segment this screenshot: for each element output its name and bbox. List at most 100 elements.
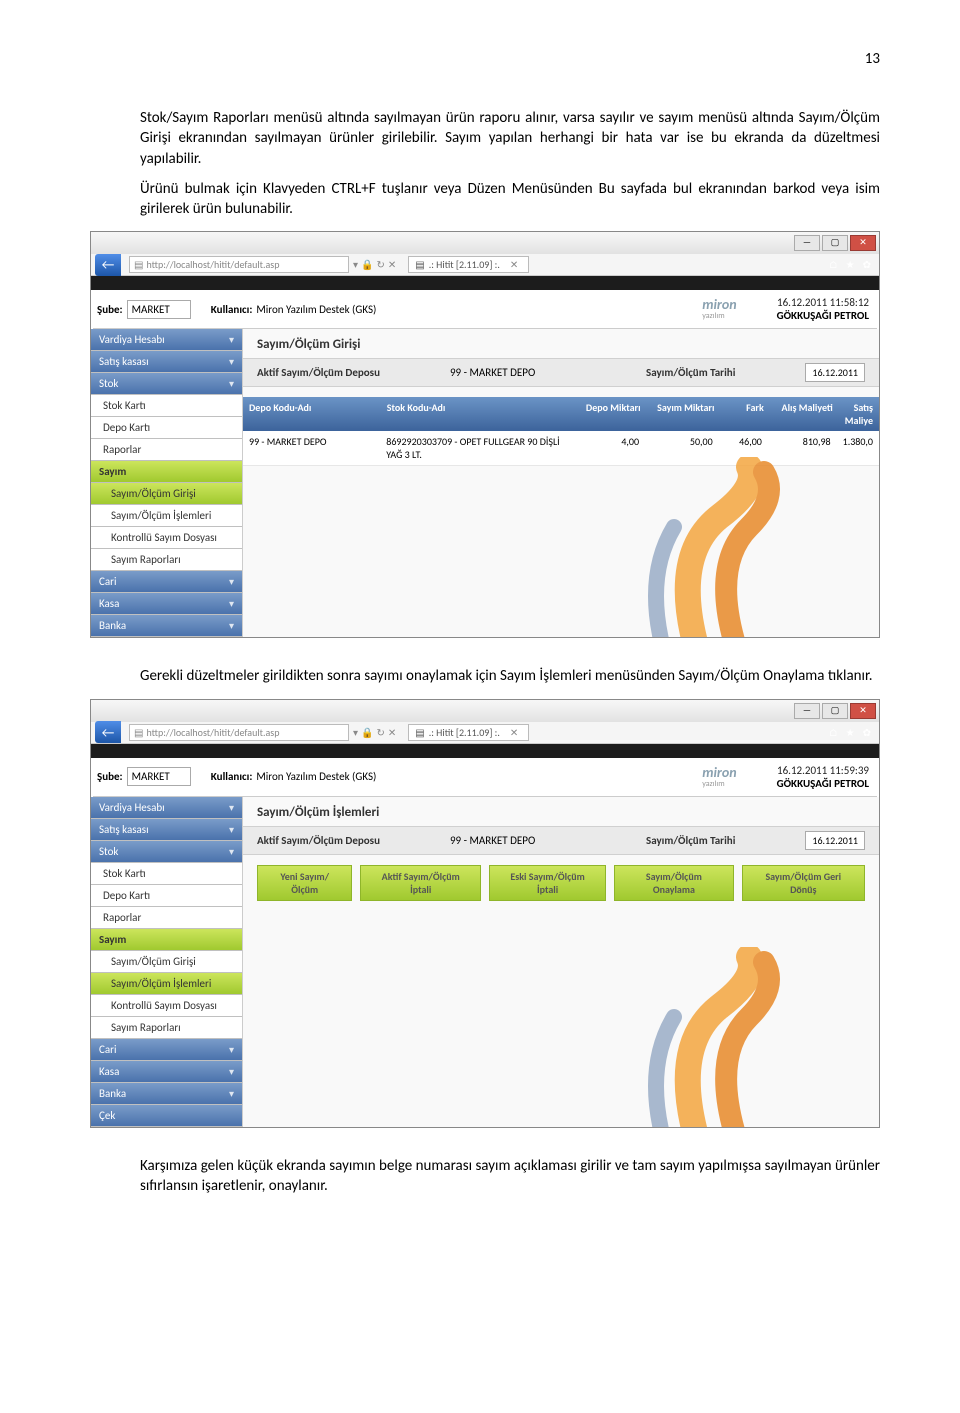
sidebar-item-vardiya-hesab-[interactable]: Vardiya Hesabı▾ bbox=[91, 797, 242, 819]
home-icon[interactable]: ⌂ bbox=[829, 258, 838, 271]
chevron-down-icon: ▾ bbox=[229, 1065, 234, 1078]
refresh-icon[interactable]: ↻ bbox=[376, 726, 384, 739]
close-button[interactable]: ✕ bbox=[850, 703, 876, 719]
sidebar-item-say-m-raporlar-[interactable]: Sayım Raporları bbox=[91, 1017, 242, 1039]
sidebar-item-label: Cari bbox=[99, 1043, 117, 1056]
tab-close-icon[interactable]: ✕ bbox=[510, 726, 518, 739]
browser-tab[interactable]: ▤.: Hitit [2.11.09] :.✕ bbox=[408, 724, 529, 741]
sidebar-item-say-m-l-m-i-lemleri[interactable]: Sayım/Ölçüm İşlemleri bbox=[91, 505, 242, 527]
window-titlebar: — ▢ ✕ bbox=[91, 700, 879, 722]
back-button[interactable]: ← bbox=[95, 721, 121, 743]
minimize-button[interactable]: — bbox=[794, 235, 820, 251]
sidebar-item-cari[interactable]: Cari▾ bbox=[91, 1039, 242, 1061]
sidebar-item-cari[interactable]: Cari▾ bbox=[91, 571, 242, 593]
sidebar-item-label: Sayım Raporları bbox=[111, 1021, 181, 1034]
url-box[interactable]: ▤http://localhost/hitit/default.asp bbox=[129, 724, 349, 741]
home-icon[interactable]: ⌂ bbox=[829, 726, 838, 739]
sidebar-item-stok[interactable]: Stok▾ bbox=[91, 373, 242, 395]
sidebar-item-say-m-l-m-i-lemleri[interactable]: Sayım/Ölçüm İşlemleri bbox=[91, 973, 242, 995]
active-depo-value: 99 - MARKET DEPO bbox=[450, 834, 535, 847]
back-button[interactable]: ← bbox=[95, 254, 121, 276]
sube-select[interactable]: MARKET bbox=[127, 300, 191, 319]
sidebar-item-banka[interactable]: Banka▾ bbox=[91, 1083, 242, 1105]
minimize-button[interactable]: — bbox=[794, 703, 820, 719]
date-input[interactable]: 16.12.2011 bbox=[805, 831, 865, 850]
gear-icon[interactable]: ✿ bbox=[863, 258, 871, 271]
url-box[interactable]: ▤http://localhost/hitit/default.asp bbox=[129, 256, 349, 273]
logo-text: miron bbox=[702, 298, 736, 312]
cell: 46,00 bbox=[719, 431, 768, 465]
app-header: Şube: MARKET Kullanıcı: Miron Yazılım De… bbox=[91, 290, 879, 328]
screen-title: Sayım/Ölçüm Girişi bbox=[257, 337, 879, 352]
sidebar-item-raporlar[interactable]: Raporlar bbox=[91, 439, 242, 461]
lock-icon: 🔒 bbox=[361, 726, 373, 739]
col-header[interactable]: Depo Miktarı bbox=[568, 397, 647, 431]
sidebar-item-say-m-raporlar-[interactable]: Sayım Raporları bbox=[91, 549, 242, 571]
tab-icon: ▤ bbox=[415, 726, 424, 739]
star-icon[interactable]: ★ bbox=[846, 726, 855, 739]
gear-icon[interactable]: ✿ bbox=[863, 726, 871, 739]
col-header[interactable]: Satış Maliye bbox=[839, 397, 879, 431]
action-button-say-m-l-m-onaylama[interactable]: Sayım/Ölçüm Onaylama bbox=[614, 865, 734, 901]
sidebar-item-çek[interactable]: Çek bbox=[91, 1105, 242, 1127]
maximize-button[interactable]: ▢ bbox=[822, 703, 848, 719]
date-input[interactable]: 16.12.2011 bbox=[805, 363, 865, 382]
action-button-eski-say-m-l-m-i-ptali[interactable]: Eski Sayım/Ölçüm İptali bbox=[489, 865, 606, 901]
sidebar-item-label: Stok Kartı bbox=[103, 867, 146, 880]
sidebar-item-sat-kasas-[interactable]: Satış kasası▾ bbox=[91, 351, 242, 373]
body-para-3: Gerekli düzeltmeler girildikten sonra sa… bbox=[90, 666, 880, 686]
page-number: 13 bbox=[90, 50, 880, 68]
screenshot-2: — ▢ ✕ ← ▤http://localhost/hitit/default.… bbox=[90, 699, 880, 1128]
sidebar-item-kontroll-say-m-dosyas-[interactable]: Kontrollü Sayım Dosyası bbox=[91, 995, 242, 1017]
browser-nav-row: ← ▤http://localhost/hitit/default.asp ▾🔒… bbox=[91, 254, 879, 276]
sidebar-item-banka[interactable]: Banka▾ bbox=[91, 615, 242, 637]
sidebar-item-sat-kasas-[interactable]: Satış kasası▾ bbox=[91, 819, 242, 841]
star-icon[interactable]: ★ bbox=[846, 258, 855, 271]
bg-swirl-graphic bbox=[599, 947, 819, 1127]
stop-icon[interactable]: ✕ bbox=[388, 258, 396, 271]
action-button-yeni-say-m-l-m[interactable]: Yeni Sayım/Ölçüm bbox=[257, 865, 352, 901]
sidebar-item-vardiya-hesab-[interactable]: Vardiya Hesabı▾ bbox=[91, 329, 242, 351]
col-header[interactable]: Alış Maliyeti bbox=[770, 397, 839, 431]
browser-tab[interactable]: ▤.: Hitit [2.11.09] :.✕ bbox=[408, 256, 529, 273]
col-header[interactable]: Sayım Miktarı bbox=[647, 397, 721, 431]
sidebar-item-label: Stok bbox=[99, 845, 118, 858]
dropdown-icon[interactable]: ▾ bbox=[353, 258, 358, 271]
sidebar-item-label: Sayım bbox=[99, 465, 126, 478]
stop-icon[interactable]: ✕ bbox=[388, 726, 396, 739]
table-row[interactable]: 99 - MARKET DEPO 8692920303709 - OPET FU… bbox=[243, 431, 879, 466]
sidebar-item-raporlar[interactable]: Raporlar bbox=[91, 907, 242, 929]
user-value: Miron Yazılım Destek (GKS) bbox=[256, 303, 376, 316]
sidebar-item-kasa[interactable]: Kasa▾ bbox=[91, 1061, 242, 1083]
col-header[interactable]: Depo Kodu-Adı bbox=[243, 397, 381, 431]
sidebar-item-say-m-l-m-giri-i[interactable]: Sayım/Ölçüm Girişi bbox=[91, 951, 242, 973]
action-button-say-m-l-m-geri-d-n-[interactable]: Sayım/Ölçüm Geri Dönüş bbox=[742, 865, 865, 901]
tab-close-icon[interactable]: ✕ bbox=[510, 258, 518, 271]
sidebar-item-depo-kart-[interactable]: Depo Kartı bbox=[91, 417, 242, 439]
body-para-4: Karşımıza gelen küçük ekranda sayımın be… bbox=[90, 1156, 880, 1197]
sidebar-item-say-m[interactable]: Sayım bbox=[91, 929, 242, 951]
main-area: Sayım/Ölçüm Girişi Aktif Sayım/Ölçüm Dep… bbox=[243, 329, 879, 637]
col-header[interactable]: Stok Kodu-Adı bbox=[381, 397, 568, 431]
sidebar-item-kontroll-say-m-dosyas-[interactable]: Kontrollü Sayım Dosyası bbox=[91, 527, 242, 549]
sidebar-item-say-m-l-m-giri-i[interactable]: Sayım/Ölçüm Girişi bbox=[91, 483, 242, 505]
col-header[interactable]: Fark bbox=[720, 397, 769, 431]
sube-select[interactable]: MARKET bbox=[127, 767, 191, 786]
sidebar-item-label: Raporlar bbox=[103, 443, 141, 456]
action-button-aktif-say-m-l-m-i-ptali[interactable]: Aktif Sayım/Ölçüm İptali bbox=[360, 865, 481, 901]
maximize-button[interactable]: ▢ bbox=[822, 235, 848, 251]
sidebar-item-label: Stok bbox=[99, 377, 118, 390]
sidebar-item-label: Cari bbox=[99, 575, 117, 588]
sidebar-item-stok-kart-[interactable]: Stok Kartı bbox=[91, 863, 242, 885]
sidebar-item-say-m[interactable]: Sayım bbox=[91, 461, 242, 483]
tab-title: .: Hitit [2.11.09] :. bbox=[429, 258, 500, 271]
dropdown-icon[interactable]: ▾ bbox=[353, 726, 358, 739]
refresh-icon[interactable]: ↻ bbox=[376, 258, 384, 271]
sidebar-item-depo-kart-[interactable]: Depo Kartı bbox=[91, 885, 242, 907]
sidebar-item-stok[interactable]: Stok▾ bbox=[91, 841, 242, 863]
sidebar-item-kasa[interactable]: Kasa▾ bbox=[91, 593, 242, 615]
sidebar-item-label: Vardiya Hesabı bbox=[99, 801, 165, 814]
close-button[interactable]: ✕ bbox=[850, 235, 876, 251]
bg-swirl-graphic bbox=[599, 457, 819, 637]
sidebar-item-stok-kart-[interactable]: Stok Kartı bbox=[91, 395, 242, 417]
